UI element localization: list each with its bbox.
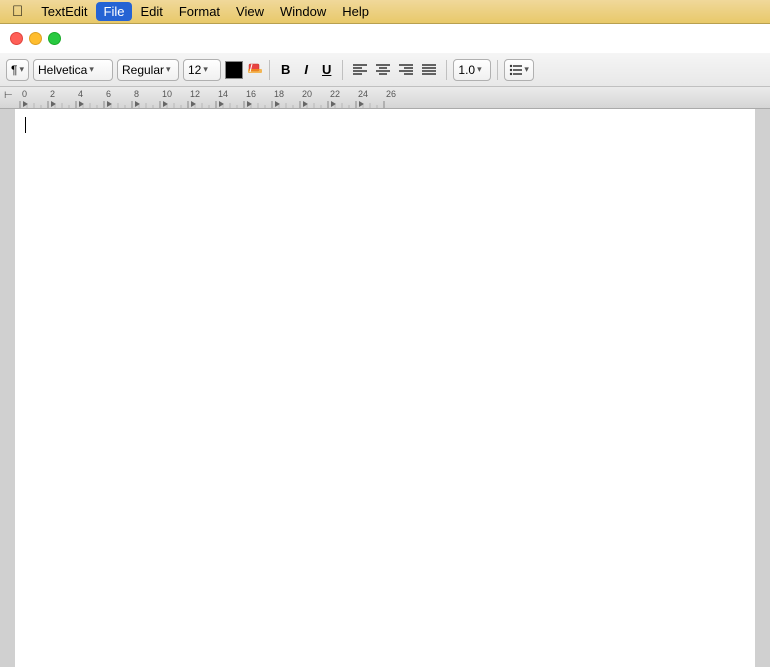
- menubar:  TextEdit File Edit Format View Window …: [0, 0, 770, 24]
- separator-1: [269, 60, 270, 80]
- svg-text:26: 26: [386, 89, 396, 99]
- svg-text:12: 12: [190, 89, 200, 99]
- minimize-button[interactable]: [29, 32, 42, 45]
- menu-help[interactable]: Help: [334, 2, 377, 21]
- menu-view[interactable]: View: [228, 2, 272, 21]
- list-dropdown[interactable]: ▾: [504, 59, 534, 81]
- font-style-label: Regular: [122, 63, 164, 77]
- svg-text:14: 14: [218, 89, 228, 99]
- font-size-label: 12: [188, 63, 201, 77]
- svg-text:2: 2: [50, 89, 55, 99]
- paragraph-style-dropdown[interactable]: ¶ ▾: [6, 59, 29, 81]
- separator-3: [446, 60, 447, 80]
- align-right-button[interactable]: [395, 59, 417, 81]
- text-color-swatch[interactable]: [225, 61, 243, 79]
- ruler: ⊢ 02468101214161820222426: [0, 87, 770, 109]
- svg-text:24: 24: [358, 89, 368, 99]
- alignment-group: [349, 59, 440, 81]
- svg-text:4: 4: [78, 89, 83, 99]
- separator-2: [342, 60, 343, 80]
- text-cursor: [25, 117, 26, 133]
- bold-button[interactable]: B: [276, 59, 295, 81]
- highlight-color-button[interactable]: [247, 60, 263, 79]
- underline-button[interactable]: U: [317, 59, 336, 81]
- svg-text:8: 8: [134, 89, 139, 99]
- line-spacing-arrow: ▾: [477, 64, 482, 75]
- tab-stop-icon: ⊢: [4, 90, 13, 101]
- font-style-dropdown[interactable]: Regular ▾: [117, 59, 179, 81]
- font-size-dropdown[interactable]: 12 ▾: [183, 59, 221, 81]
- list-arrow: ▾: [524, 64, 529, 75]
- line-spacing-label: 1.0: [458, 63, 475, 77]
- menu-textedit[interactable]: TextEdit: [33, 2, 95, 21]
- line-spacing-dropdown[interactable]: 1.0 ▾: [453, 59, 491, 81]
- toolbar: ¶ ▾ Helvetica ▾ Regular ▾ 12 ▾ B I U: [0, 53, 770, 87]
- menu-file[interactable]: File: [96, 2, 133, 21]
- apple-menu[interactable]: : [6, 1, 29, 22]
- font-size-arrow: ▾: [203, 64, 208, 75]
- menu-edit[interactable]: Edit: [132, 2, 170, 21]
- close-button[interactable]: [10, 32, 23, 45]
- svg-text:20: 20: [302, 89, 312, 99]
- window-controls: [0, 24, 770, 53]
- document-area[interactable]: [0, 109, 770, 667]
- svg-text:16: 16: [246, 89, 256, 99]
- menu-window[interactable]: Window: [272, 2, 334, 21]
- menu-format[interactable]: Format: [171, 2, 228, 21]
- italic-button[interactable]: I: [299, 59, 313, 81]
- separator-4: [497, 60, 498, 80]
- svg-text:10: 10: [162, 89, 172, 99]
- svg-text:0: 0: [22, 89, 27, 99]
- svg-text:22: 22: [330, 89, 340, 99]
- align-center-button[interactable]: [372, 59, 394, 81]
- document-page[interactable]: [15, 109, 755, 667]
- ruler-svg: 02468101214161820222426: [0, 87, 770, 109]
- paragraph-style-arrow: ▾: [19, 64, 24, 75]
- align-left-button[interactable]: [349, 59, 371, 81]
- font-name-dropdown[interactable]: Helvetica ▾: [33, 59, 113, 81]
- font-style-arrow: ▾: [166, 64, 171, 75]
- align-justify-button[interactable]: [418, 59, 440, 81]
- font-name-arrow: ▾: [89, 64, 94, 75]
- maximize-button[interactable]: [48, 32, 61, 45]
- font-name-label: Helvetica: [38, 63, 87, 77]
- svg-text:18: 18: [274, 89, 284, 99]
- paragraph-style-label: ¶: [11, 63, 17, 77]
- svg-text:6: 6: [106, 89, 111, 99]
